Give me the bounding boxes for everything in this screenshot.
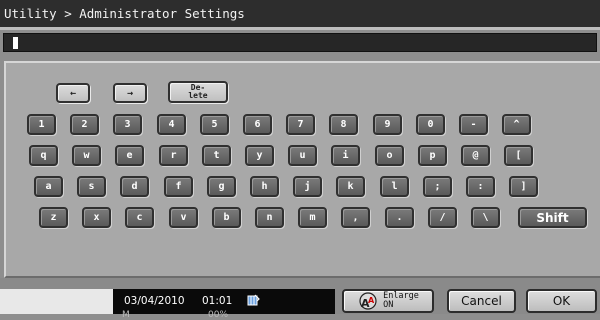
key-2-5[interactable]: t	[202, 145, 231, 166]
key-4-3[interactable]: c	[125, 207, 154, 228]
key-3-7[interactable]: j	[293, 176, 322, 197]
status-memory-label: M	[122, 310, 130, 320]
key-2-6[interactable]: y	[245, 145, 274, 166]
key-1-4[interactable]: 4	[157, 114, 186, 135]
text-cursor	[13, 37, 18, 49]
key-3-4[interactable]: f	[164, 176, 193, 197]
delete-key-label: lete	[188, 91, 208, 100]
delete-key[interactable]: De-lete	[168, 81, 228, 103]
key-2-7[interactable]: u	[288, 145, 317, 166]
enlarge-aa-icon: A A	[359, 292, 377, 310]
key-2-1[interactable]: q	[29, 145, 58, 166]
title-bar: Utility > Administrator Settings	[0, 0, 600, 27]
key-1-11[interactable]: -	[459, 114, 488, 135]
divider	[0, 27, 600, 30]
key-3-10[interactable]: ;	[423, 176, 452, 197]
key-4-2[interactable]: x	[82, 207, 111, 228]
key-3-12[interactable]: ]	[509, 176, 538, 197]
shift-key[interactable]: Shift	[518, 207, 587, 228]
key-2-2[interactable]: w	[72, 145, 101, 166]
key-3-2[interactable]: s	[77, 176, 106, 197]
key-3-8[interactable]: k	[336, 176, 365, 197]
key-3-1[interactable]: a	[34, 176, 63, 197]
status-memory-value: 00%	[208, 310, 229, 320]
key-1-6[interactable]: 6	[243, 114, 272, 135]
status-panel	[0, 289, 113, 314]
key-4-4[interactable]: v	[169, 207, 198, 228]
key-2-12[interactable]: [	[504, 145, 533, 166]
key-2-11[interactable]: @	[461, 145, 490, 166]
key-1-12[interactable]: ^	[502, 114, 531, 135]
key-3-9[interactable]: l	[380, 176, 409, 197]
key-3-6[interactable]: h	[250, 176, 279, 197]
key-2-8[interactable]: i	[331, 145, 360, 166]
status-date: 03/04/2010	[124, 295, 185, 307]
key-1-7[interactable]: 7	[286, 114, 315, 135]
status-time: 01:01	[202, 295, 233, 307]
page-title: Utility > Administrator Settings	[4, 6, 245, 21]
key-1-10[interactable]: 0	[416, 114, 445, 135]
key-2-3[interactable]: e	[115, 145, 144, 166]
key-4-1[interactable]: z	[39, 207, 68, 228]
arrow-right-key[interactable]: →	[113, 83, 147, 103]
arrow-left-key[interactable]: ←	[56, 83, 90, 103]
memory-icon	[247, 294, 260, 306]
key-1-8[interactable]: 8	[329, 114, 358, 135]
key-1-1[interactable]: 1	[27, 114, 56, 135]
key-2-9[interactable]: o	[375, 145, 404, 166]
svg-text:A: A	[368, 296, 375, 305]
key-3-3[interactable]: d	[120, 176, 149, 197]
key-2-10[interactable]: p	[418, 145, 447, 166]
enlarge-state: ON	[383, 300, 394, 310]
key-1-2[interactable]: 2	[70, 114, 99, 135]
enlarge-button[interactable]: A A Enlarge ON	[342, 289, 434, 313]
key-4-10[interactable]: /	[428, 207, 457, 228]
key-4-7[interactable]: m	[298, 207, 327, 228]
key-4-5[interactable]: b	[212, 207, 241, 228]
ok-button[interactable]: OK	[526, 289, 597, 313]
key-2-4[interactable]: r	[159, 145, 188, 166]
key-4-11[interactable]: \	[471, 207, 500, 228]
key-1-3[interactable]: 3	[113, 114, 142, 135]
key-1-9[interactable]: 9	[373, 114, 402, 135]
key-4-9[interactable]: .	[385, 207, 414, 228]
key-3-5[interactable]: g	[207, 176, 236, 197]
key-1-5[interactable]: 5	[200, 114, 229, 135]
text-input-field[interactable]	[3, 33, 597, 52]
key-3-11[interactable]: :	[466, 176, 495, 197]
key-4-6[interactable]: n	[255, 207, 284, 228]
cancel-button[interactable]: Cancel	[447, 289, 516, 313]
keyboard-panel	[4, 61, 600, 278]
key-4-8[interactable]: ,	[341, 207, 370, 228]
